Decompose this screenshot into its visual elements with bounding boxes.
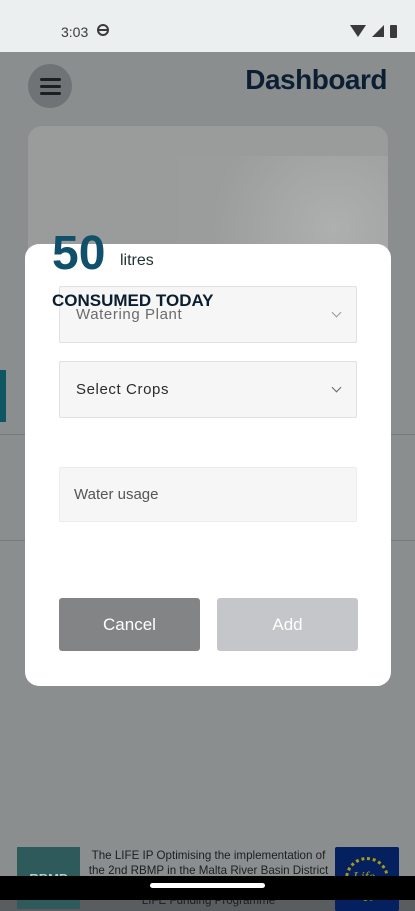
status-icons [350, 24, 397, 38]
page-title: Dashboard [245, 64, 387, 95]
usage-caption: CONSUMED TODAY [52, 291, 214, 310]
status-time: 3:03 [61, 24, 89, 40]
globe-icon [97, 24, 109, 36]
status-bar: 3:03 [0, 0, 415, 52]
water-usage-field[interactable] [59, 467, 357, 522]
side-tab-indicator[interactable] [0, 370, 6, 422]
battery-icon [390, 24, 397, 38]
cancel-button[interactable]: Cancel [59, 598, 200, 651]
water-usage-input[interactable] [60, 468, 356, 521]
wifi-icon [350, 25, 366, 37]
crops-select-value: Select Crops [76, 381, 170, 398]
add-button[interactable]: Add [217, 598, 358, 651]
menu-icon[interactable] [28, 64, 72, 108]
usage-value: 50 [52, 227, 106, 280]
usage-unit: litres [120, 252, 154, 269]
navigation-bar [0, 876, 415, 900]
chevron-down-icon [331, 382, 342, 393]
crops-select[interactable]: Select Crops [59, 361, 357, 418]
home-gesture-handle[interactable] [150, 883, 265, 888]
signal-icon [372, 25, 384, 37]
chevron-down-icon [331, 307, 342, 318]
